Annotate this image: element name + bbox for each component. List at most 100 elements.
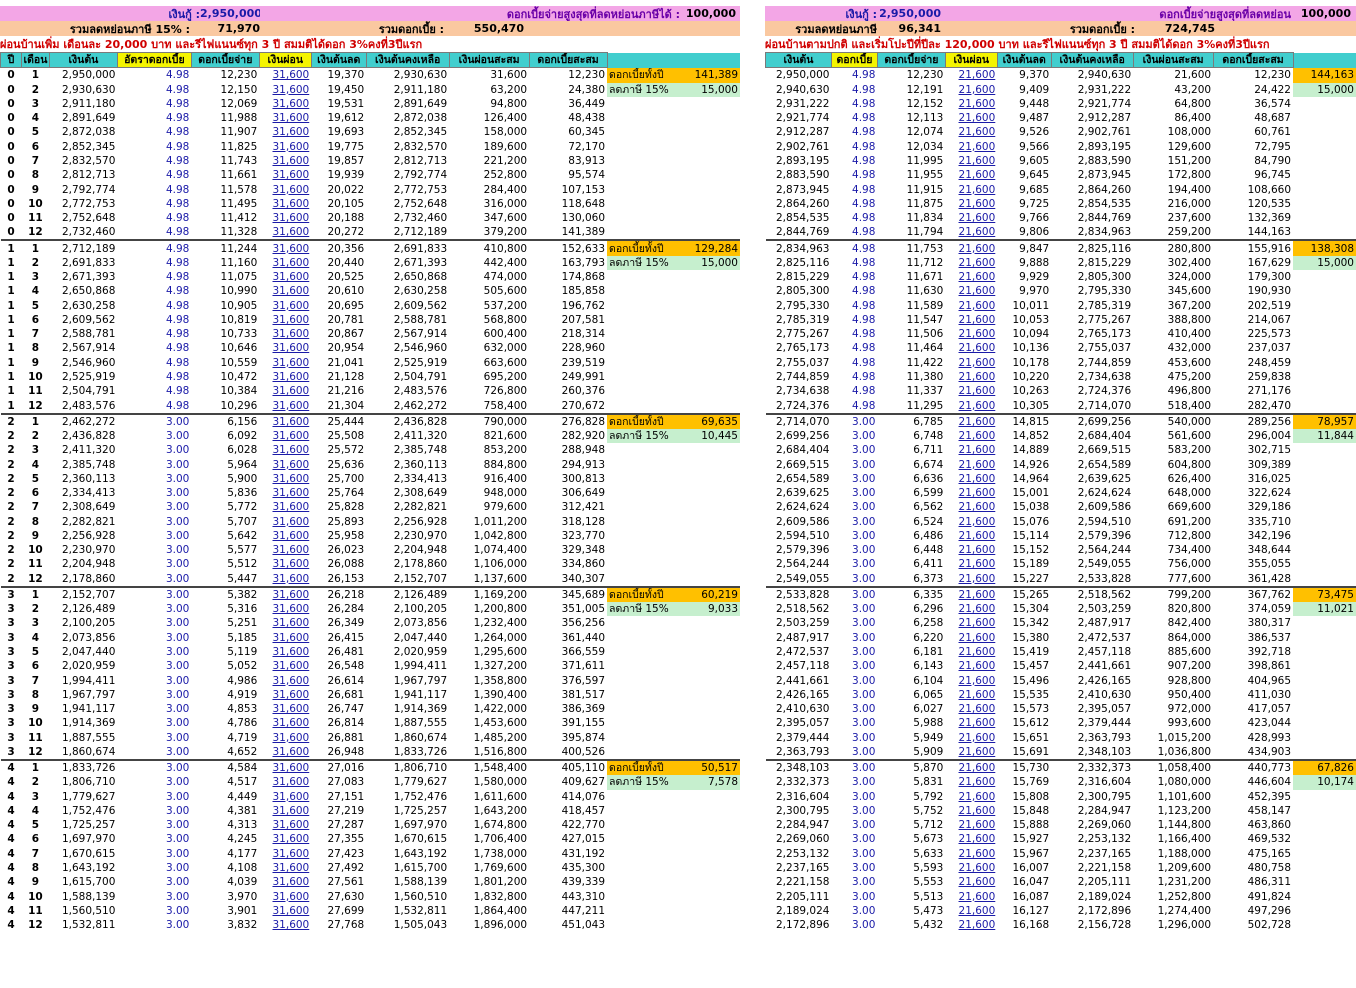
rate-cell[interactable]: 3.00: [831, 572, 877, 587]
rate-cell[interactable]: 4.98: [831, 140, 877, 154]
payment-cell[interactable]: 31,600: [259, 557, 311, 571]
rate-cell[interactable]: 3.00: [831, 659, 877, 673]
payment-cell[interactable]: 31,600: [259, 515, 311, 529]
payment-cell[interactable]: 31,600: [259, 688, 311, 702]
rate-cell[interactable]: 4.98: [831, 327, 877, 341]
rate-cell[interactable]: 4.98: [831, 111, 877, 125]
rate-cell[interactable]: 4.98: [117, 313, 191, 327]
payment-cell[interactable]: 31,600: [259, 239, 312, 256]
payment-cell[interactable]: 21,600: [945, 861, 997, 875]
payment-cell[interactable]: 21,600: [945, 197, 997, 211]
payment-cell[interactable]: 31,600: [259, 616, 311, 630]
payment-cell[interactable]: 31,600: [259, 702, 311, 716]
rate-cell[interactable]: 4.98: [831, 182, 877, 196]
payment-cell[interactable]: 21,600: [945, 543, 997, 557]
payment-cell[interactable]: 31,600: [259, 472, 311, 486]
payment-cell[interactable]: 21,600: [945, 398, 997, 413]
payment-cell[interactable]: 31,600: [259, 284, 311, 298]
rate-cell[interactable]: 3.00: [117, 529, 191, 543]
rate-cell[interactable]: 4.98: [117, 239, 192, 256]
payment-cell[interactable]: 21,600: [945, 716, 997, 730]
payment-cell[interactable]: 31,600: [259, 543, 311, 557]
payment-cell[interactable]: 21,600: [945, 500, 997, 514]
rate-cell[interactable]: 4.98: [831, 398, 877, 413]
rate-cell[interactable]: 3.00: [831, 804, 877, 818]
rate-cell[interactable]: 3.00: [831, 429, 877, 443]
payment-cell[interactable]: 31,600: [259, 182, 311, 196]
rate-cell[interactable]: 4.98: [117, 125, 191, 139]
payment-cell[interactable]: 21,600: [945, 270, 997, 284]
rate-cell[interactable]: 3.00: [831, 861, 877, 875]
payment-cell[interactable]: 31,600: [259, 529, 311, 543]
payment-cell[interactable]: 21,600: [945, 889, 997, 903]
rate-cell[interactable]: 3.00: [117, 500, 191, 514]
rate-cell[interactable]: 3.00: [117, 758, 192, 776]
rate-cell[interactable]: 3.00: [117, 918, 191, 932]
rate-cell[interactable]: 4.98: [117, 211, 191, 225]
payment-cell[interactable]: 21,600: [945, 529, 997, 543]
rate-cell[interactable]: 3.00: [831, 585, 878, 603]
rate-cell[interactable]: 4.98: [831, 284, 877, 298]
payment-cell[interactable]: 31,600: [259, 918, 311, 932]
rate-cell[interactable]: 3.00: [117, 572, 191, 587]
rate-cell[interactable]: 4.98: [831, 313, 877, 327]
payment-cell[interactable]: 31,600: [259, 659, 311, 673]
rate-cell[interactable]: 4.98: [117, 384, 191, 398]
payment-cell[interactable]: 31,600: [259, 398, 311, 413]
rate-cell[interactable]: 3.00: [117, 557, 191, 571]
payment-cell[interactable]: 31,600: [259, 83, 311, 97]
rate-cell[interactable]: 4.98: [831, 341, 877, 355]
payment-cell[interactable]: 31,600: [259, 341, 311, 355]
payment-cell[interactable]: 31,600: [259, 154, 311, 168]
rate-cell[interactable]: 4.98: [831, 97, 877, 111]
rate-cell[interactable]: 3.00: [831, 702, 877, 716]
payment-cell[interactable]: 21,600: [945, 429, 997, 443]
rate-cell[interactable]: 3.00: [117, 429, 191, 443]
rate-cell[interactable]: 4.98: [117, 111, 191, 125]
rate-cell[interactable]: 3.00: [831, 472, 877, 486]
rate-cell[interactable]: 3.00: [117, 904, 191, 918]
rate-cell[interactable]: 3.00: [831, 875, 877, 889]
rate-cell[interactable]: 3.00: [831, 457, 877, 471]
payment-cell[interactable]: 21,600: [945, 313, 997, 327]
rate-cell[interactable]: 3.00: [117, 818, 191, 832]
rate-cell[interactable]: 3.00: [117, 602, 191, 616]
rate-cell[interactable]: 4.98: [117, 168, 191, 182]
payment-cell[interactable]: 21,600: [945, 225, 997, 240]
rate-cell[interactable]: 4.98: [117, 356, 191, 370]
payment-cell[interactable]: 21,600: [945, 659, 997, 673]
payment-cell[interactable]: 21,600: [945, 631, 997, 645]
rate-cell[interactable]: 4.98: [831, 370, 877, 384]
payment-cell[interactable]: 21,600: [945, 818, 997, 832]
rate-cell[interactable]: 3.00: [831, 631, 877, 645]
payment-cell[interactable]: 31,600: [259, 847, 311, 861]
rate-cell[interactable]: 3.00: [831, 832, 877, 846]
rate-cell[interactable]: 4.98: [117, 83, 191, 97]
payment-cell[interactable]: 21,600: [945, 154, 997, 168]
payment-cell[interactable]: 21,600: [945, 572, 997, 587]
payment-cell[interactable]: 31,600: [259, 225, 311, 240]
rate-cell[interactable]: 4.98: [831, 168, 877, 182]
rate-cell[interactable]: 4.98: [117, 370, 191, 384]
payment-cell[interactable]: 31,600: [259, 904, 311, 918]
rate-cell[interactable]: 3.00: [117, 631, 191, 645]
payment-cell[interactable]: 21,600: [945, 443, 997, 457]
payment-cell[interactable]: 31,600: [259, 572, 311, 587]
payment-cell[interactable]: 21,600: [945, 68, 997, 83]
rate-cell[interactable]: 3.00: [831, 847, 877, 861]
payment-cell[interactable]: 21,600: [945, 645, 997, 659]
rate-cell[interactable]: 3.00: [831, 904, 877, 918]
payment-cell[interactable]: 21,600: [945, 457, 997, 471]
rate-cell[interactable]: 3.00: [831, 790, 877, 804]
rate-cell[interactable]: 3.00: [117, 861, 191, 875]
rate-cell[interactable]: 3.00: [117, 443, 191, 457]
rate-cell[interactable]: 3.00: [117, 875, 191, 889]
rate-cell[interactable]: 3.00: [831, 645, 877, 659]
rate-cell[interactable]: 3.00: [831, 557, 877, 571]
payment-cell[interactable]: 31,600: [259, 111, 311, 125]
payment-cell[interactable]: 31,600: [259, 716, 311, 730]
payment-cell[interactable]: 21,600: [945, 790, 997, 804]
payment-cell[interactable]: 21,600: [945, 299, 997, 313]
rate-cell[interactable]: 3.00: [831, 918, 877, 932]
payment-cell[interactable]: 31,600: [259, 384, 311, 398]
